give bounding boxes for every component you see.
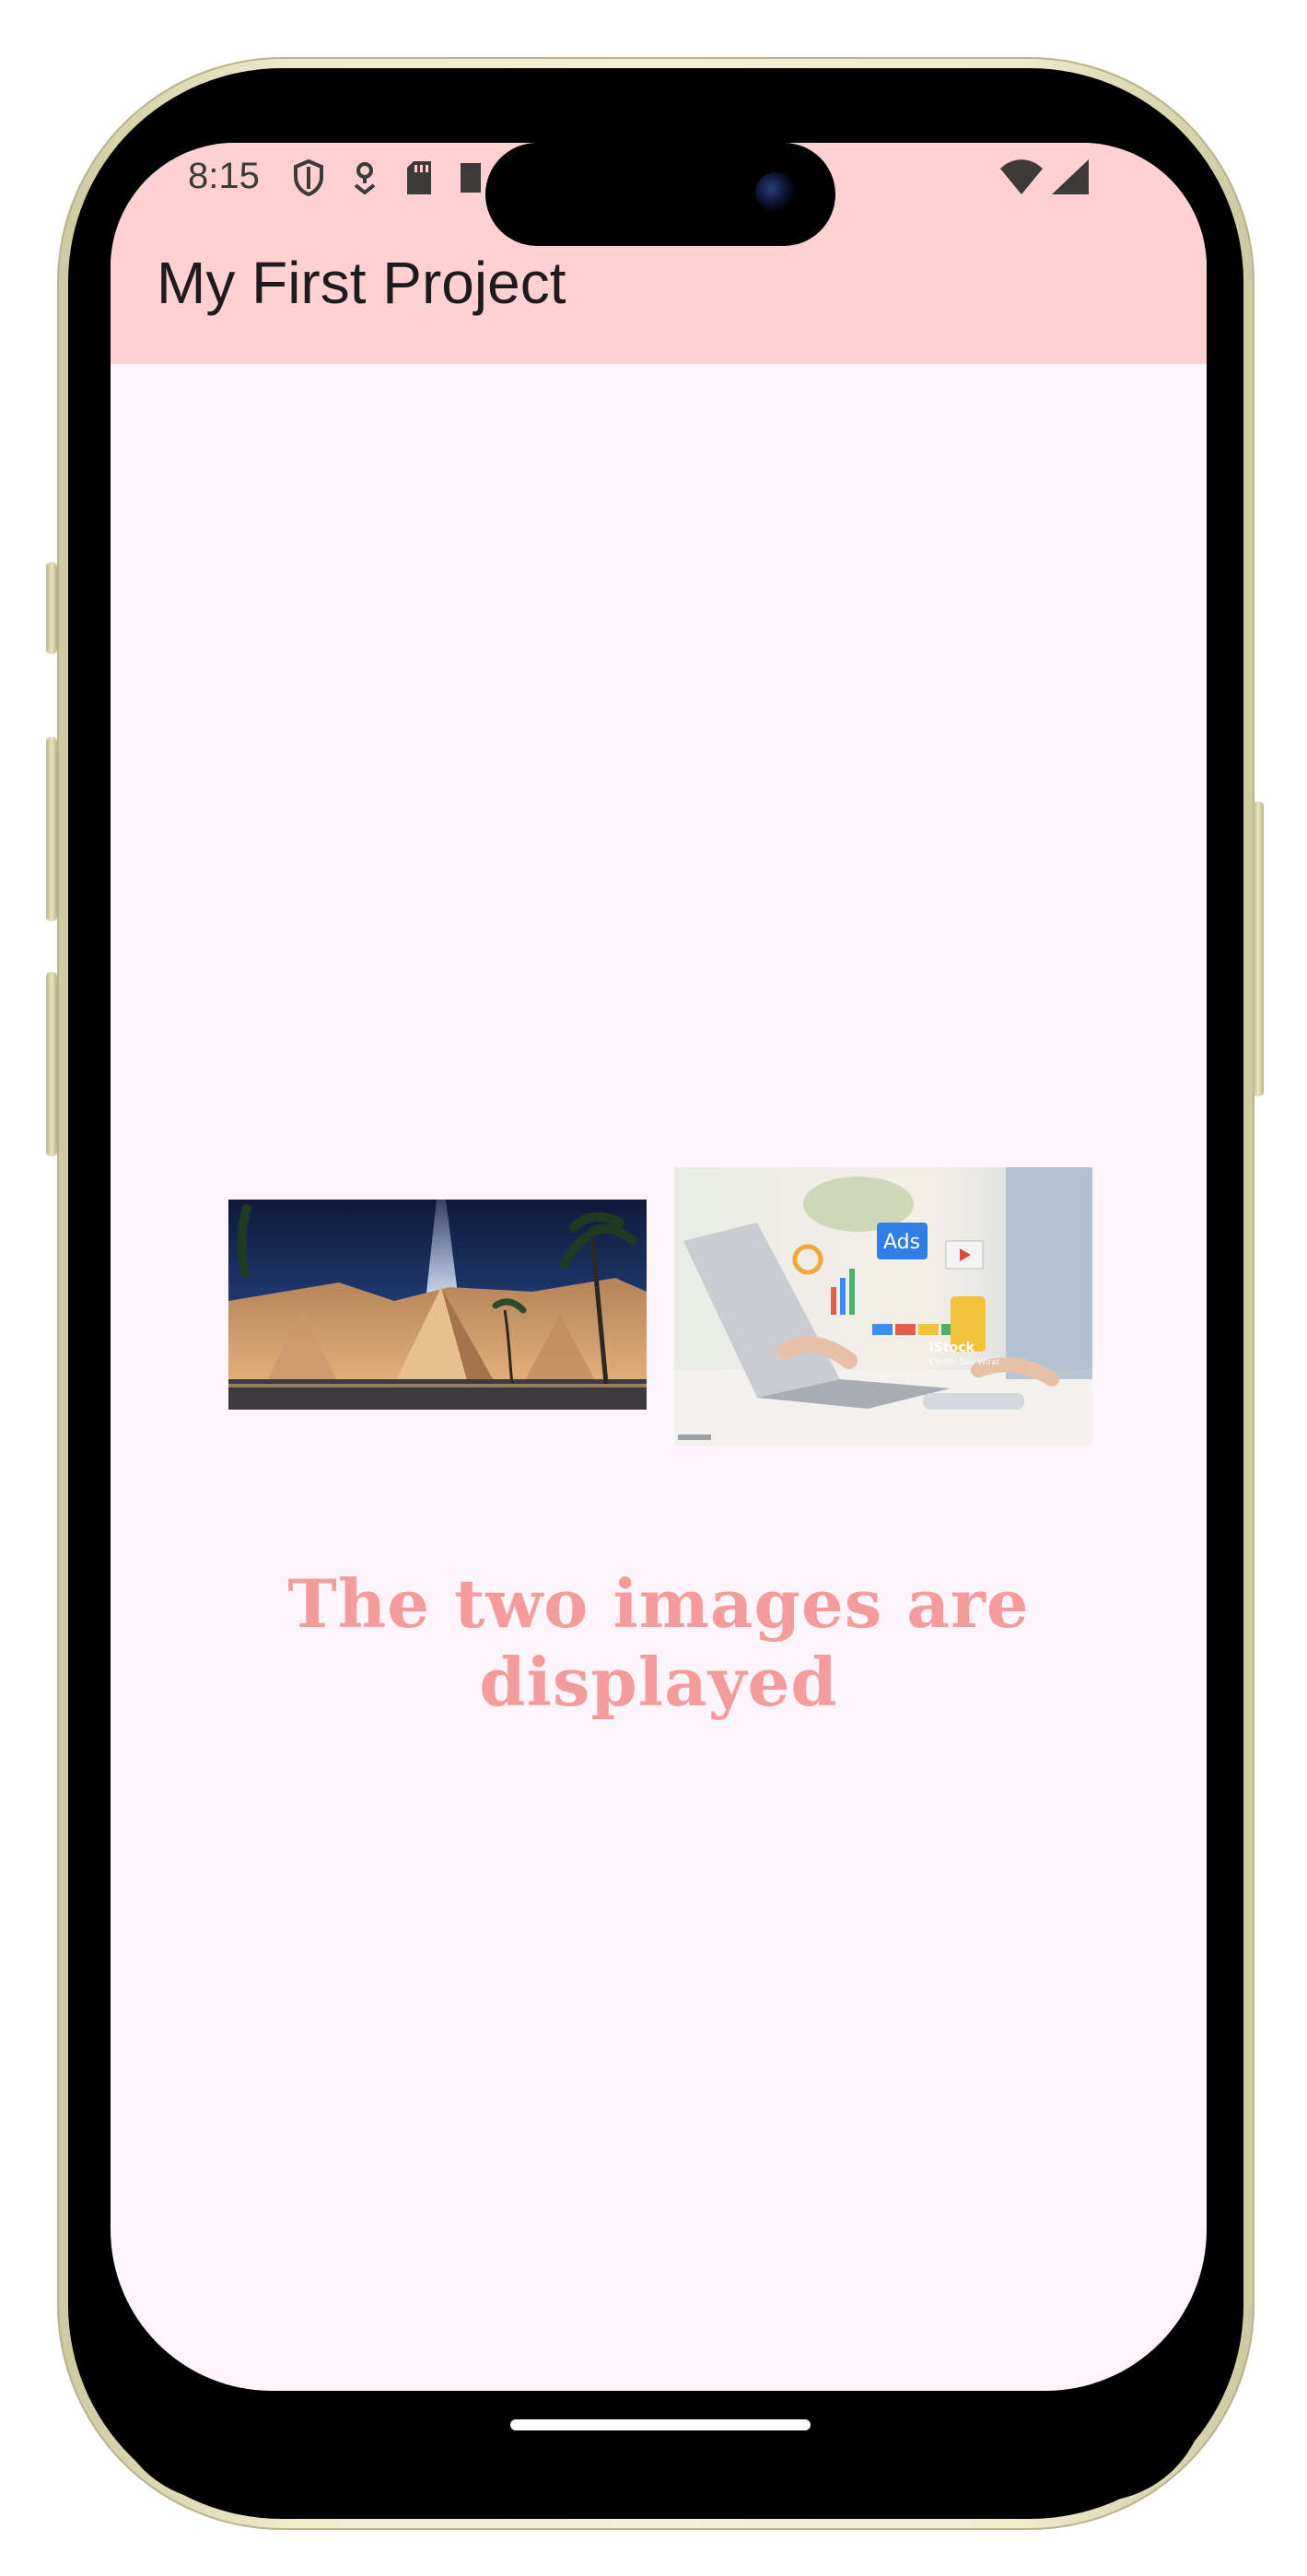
camera-icon [755,172,796,213]
status-icons-left [293,158,481,201]
phone-screen: 8:15 My First Project Ads iStock Credit:… [111,143,1207,2391]
museum-image [228,1200,647,1410]
action-button [46,562,57,654]
volume-down-button [46,972,57,1156]
power-button [1253,802,1264,1096]
status-time: 8:15 [188,156,260,196]
app-surface: 8:15 My First Project Ads iStock Credit:… [111,143,1207,2391]
sd-card-icon [405,160,433,200]
shield-icon [293,158,324,201]
wifi-icon [1000,159,1043,199]
location-icon [352,161,378,199]
home-indicator[interactable] [510,2419,811,2430]
svg-text:Ads: Ads [883,1231,920,1254]
ads-image-watermark: iStock [929,1341,974,1355]
ads-image-credit: Credit: Say Wirat [929,1358,1000,1367]
caption-text: The two images are displayed [287,1564,1030,1721]
navigation-bar [111,2391,1207,2501]
ads-image: Ads iStock Credit: Say Wirat [674,1167,1092,1446]
volume-up-button [46,737,57,921]
cellular-signal-icon [1052,159,1089,199]
status-icons-right [1000,159,1089,199]
app-title: My First Project [157,250,566,316]
square-icon [461,161,481,199]
